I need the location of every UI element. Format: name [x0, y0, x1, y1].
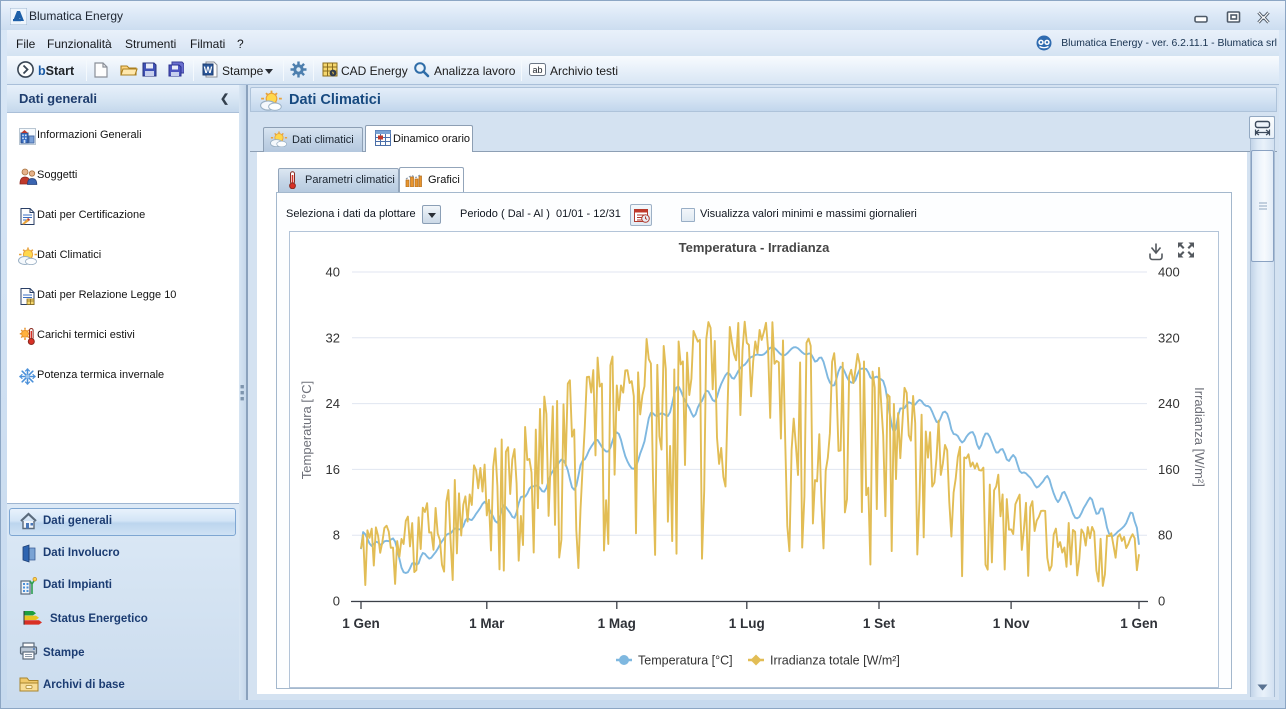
svg-text:0: 0 — [333, 594, 340, 609]
svg-text:24: 24 — [326, 396, 340, 411]
svg-text:Temperatura - Irradianza: Temperatura - Irradianza — [679, 240, 831, 255]
svg-text:400: 400 — [1158, 265, 1180, 280]
svg-text:32: 32 — [326, 330, 340, 345]
svg-text:Irradianza [W/m²]: Irradianza [W/m²] — [1192, 387, 1207, 487]
svg-text:80: 80 — [1158, 528, 1172, 543]
svg-text:1 Set: 1 Set — [863, 616, 896, 631]
svg-text:40: 40 — [326, 265, 340, 280]
svg-text:0: 0 — [1158, 594, 1165, 609]
svg-text:1 Lug: 1 Lug — [729, 616, 765, 631]
svg-text:W: W — [204, 65, 213, 75]
svg-text:Temperatura [°C]: Temperatura [°C] — [638, 654, 733, 668]
svg-text:1 Gen: 1 Gen — [1120, 616, 1158, 631]
svg-text:1 Mar: 1 Mar — [469, 616, 505, 631]
svg-text:1 Mag: 1 Mag — [598, 616, 636, 631]
svg-text:16: 16 — [326, 462, 340, 477]
svg-text:8: 8 — [333, 528, 340, 543]
svg-text:320: 320 — [1158, 330, 1180, 345]
svg-text:Temperatura [°C]: Temperatura [°C] — [299, 381, 314, 479]
svg-text:1 Nov: 1 Nov — [993, 616, 1030, 631]
svg-text:ab: ab — [532, 65, 542, 75]
svg-text:160: 160 — [1158, 462, 1180, 477]
svg-text:Irradianza totale [W/m²]: Irradianza totale [W/m²] — [770, 654, 900, 668]
svg-text:1 Gen: 1 Gen — [342, 616, 380, 631]
svg-text:240: 240 — [1158, 396, 1180, 411]
